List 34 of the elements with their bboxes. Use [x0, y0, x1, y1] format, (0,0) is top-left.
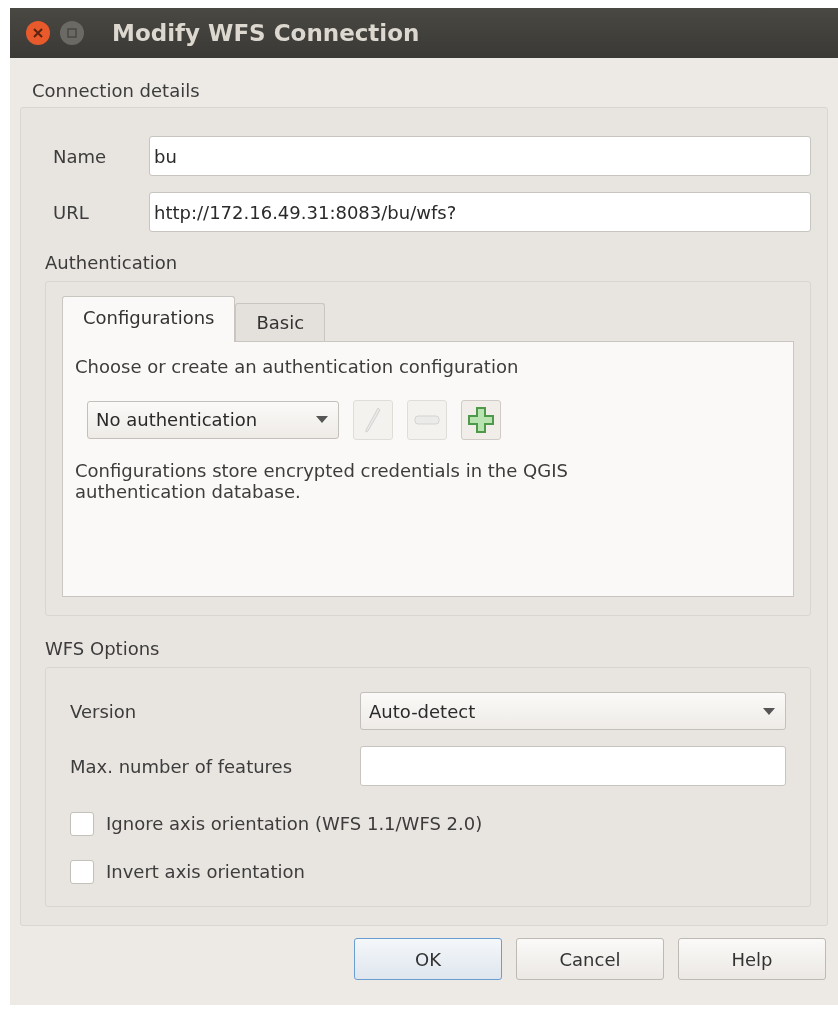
- group-title: WFS Options: [45, 638, 160, 659]
- checkbox[interactable]: [70, 812, 94, 836]
- note-text: Configurations store encrypted credentials in the QGIS authentication database.: [75, 459, 569, 503]
- minus-icon: [414, 414, 440, 425]
- plus-icon: [468, 406, 494, 433]
- dialog-button[interactable]: OK: [354, 938, 502, 980]
- config-dropdown[interactable]: No authentication: [87, 400, 339, 439]
- dialog-button[interactable]: Help: [678, 938, 826, 980]
- dialog-button[interactable]: Cancel: [516, 938, 664, 980]
- checkbox-label: Invert axis orientation: [106, 861, 305, 883]
- pencil-icon: [365, 406, 381, 433]
- tab[interactable]: Basic: [235, 303, 326, 341]
- close-button[interactable]: [26, 21, 50, 45]
- field-label: URL: [52, 201, 90, 223]
- tab[interactable]: Configurations: [62, 296, 236, 342]
- prompt-text: Choose or create an authentication configuration: [75, 356, 520, 378]
- close-icon: [33, 28, 43, 38]
- text-field[interactable]: bu: [149, 136, 811, 176]
- caret-icon: [763, 707, 775, 715]
- version-dropdown[interactable]: Auto-detect: [360, 692, 786, 730]
- group-title: Connection details: [32, 80, 200, 101]
- checkbox-label: Ignore axis orientation (WFS 1.1/WFS 2.0): [106, 813, 483, 835]
- field-label: Version: [70, 700, 138, 722]
- minimize-icon: [67, 28, 77, 38]
- checkbox[interactable]: [70, 860, 94, 884]
- group-title: Authentication: [45, 252, 178, 273]
- text-field[interactable]: [360, 746, 786, 786]
- add-button[interactable]: [461, 399, 501, 440]
- caret-icon: [316, 416, 328, 424]
- field-label: Max. number of features: [70, 755, 294, 777]
- window-title: Modify WFS Connection: [112, 20, 420, 46]
- text-field[interactable]: http://172.16.49.31:8083/bu/wfs?: [149, 192, 811, 232]
- field-label: Name: [52, 145, 108, 167]
- minimize-button[interactable]: [60, 21, 84, 45]
